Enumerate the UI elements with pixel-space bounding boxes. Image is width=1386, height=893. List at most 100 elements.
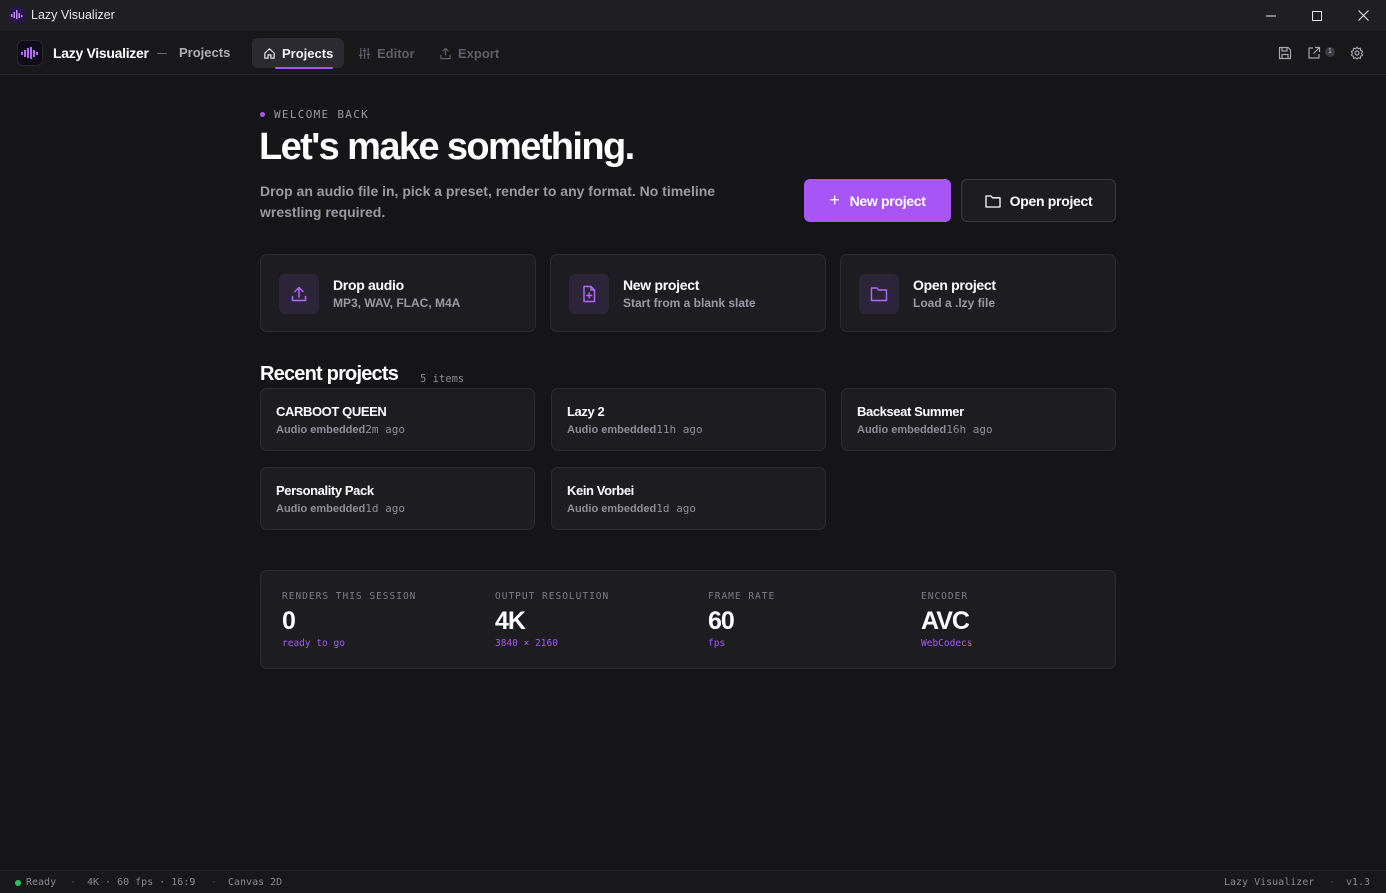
export-count-badge: 1 (1325, 47, 1335, 57)
tab-export[interactable]: Export (428, 38, 510, 68)
stat-label: RENDERS THIS SESSION (282, 591, 417, 602)
new-project-label: New project (849, 192, 926, 209)
recent-project-card[interactable]: Personality Pack Audio embedded1d ago (260, 467, 535, 530)
project-age: 1d ago (656, 502, 696, 515)
project-source: Audio embedded (276, 424, 366, 436)
card-subtitle: MP3, WAV, FLAC, M4A (333, 296, 461, 310)
folder-icon (984, 194, 1001, 208)
app-logo (17, 40, 43, 66)
status-version: v1.3 (1346, 877, 1371, 888)
title-bar: Lazy Visualizer (0, 0, 1386, 31)
stat-note: ready to go (282, 638, 345, 649)
recent-project-card[interactable]: CARBOOT QUEEN Audio embedded2m ago (260, 388, 535, 451)
window-title: Lazy Visualizer (31, 8, 115, 22)
status-separator: · (211, 877, 218, 888)
stat-label: OUTPUT RESOLUTION (495, 591, 610, 602)
app-header: Lazy Visualizer Projects Projects Editor… (0, 31, 1386, 75)
stat-renders: RENDERS THIS SESSION 0 ready to go (282, 591, 416, 649)
stat-note: fps (708, 638, 726, 649)
breadcrumb: Projects (179, 45, 231, 60)
project-name: Personality Pack (276, 483, 374, 498)
upload-icon (279, 274, 319, 314)
project-name: Backseat Summer (857, 404, 964, 419)
stat-label: ENCODER (921, 591, 969, 602)
close-icon (1357, 10, 1369, 21)
status-app-name: Lazy Visualizer (1224, 877, 1315, 888)
project-name: Lazy 2 (567, 404, 605, 419)
tab-label: Editor (377, 45, 415, 61)
eyebrow: WELCOME BACK (260, 108, 369, 121)
tab-projects[interactable]: Projects (252, 38, 345, 69)
upload-icon (440, 47, 451, 59)
open-project-card[interactable]: Open project Load a .lzy file (840, 254, 1116, 332)
status-separator: · (1329, 877, 1336, 888)
project-source: Audio embedded (276, 503, 366, 515)
project-source: Audio embedded (567, 503, 657, 515)
file-plus-icon (569, 274, 609, 314)
gear-icon[interactable] (1350, 46, 1364, 60)
card-subtitle: Start from a blank slate (623, 296, 756, 310)
stat-value: 0 (282, 607, 296, 635)
project-source: Audio embedded (567, 424, 657, 436)
save-icon[interactable] (1278, 46, 1292, 60)
status-renderer: Canvas 2D (228, 877, 283, 888)
app-icon (9, 7, 25, 23)
waveform-icon (21, 47, 38, 59)
open-project-button[interactable]: Open project (961, 179, 1116, 222)
page-subtitle: Drop an audio file in, pick a preset, re… (260, 183, 716, 220)
drop-audio-card[interactable]: Drop audio MP3, WAV, FLAC, M4A (260, 254, 536, 332)
stat-note: WebCodecs (921, 638, 973, 649)
folder-icon (859, 274, 899, 314)
stat-frame-rate: FRAME RATE 60 fps (708, 591, 775, 649)
project-age: 16h ago (946, 423, 993, 436)
status-format: 4K · 60 fps · 16:9 (87, 877, 196, 888)
active-tab-indicator (275, 67, 334, 69)
tab-label: Projects (282, 45, 334, 61)
card-title: Drop audio (333, 277, 404, 293)
stat-note: 3840 × 2160 (495, 638, 558, 649)
status-bar: Ready · 4K · 60 fps · 16:9 · Canvas 2D L… (0, 870, 1386, 893)
maximize-button[interactable] (1294, 0, 1340, 31)
session-stats-panel: RENDERS THIS SESSION 0 ready to go OUTPU… (260, 570, 1116, 669)
plus-icon: + (829, 190, 840, 210)
status-text: Ready (26, 877, 57, 888)
project-age: 11h ago (656, 423, 703, 436)
project-name: CARBOOT QUEEN (276, 404, 387, 419)
page-title: Let's make something. (259, 126, 635, 168)
brand-name: Lazy Visualizer (53, 45, 149, 61)
project-name: Kein Vorbei (567, 483, 634, 498)
close-window-button[interactable] (1340, 0, 1386, 31)
recent-project-card[interactable]: Kein Vorbei Audio embedded1d ago (551, 467, 826, 530)
project-age: 2m ago (365, 423, 405, 436)
stat-value: AVC (921, 607, 970, 635)
external-link-icon[interactable] (1307, 46, 1321, 60)
eyebrow-text: WELCOME BACK (274, 108, 370, 121)
open-project-label: Open project (1009, 192, 1093, 209)
recent-projects-heading: Recent projects (260, 363, 399, 385)
eyebrow-dot (260, 112, 265, 117)
card-title: New project (623, 277, 700, 293)
recent-project-card[interactable]: Backseat Summer Audio embedded16h ago (841, 388, 1116, 451)
stat-label: FRAME RATE (708, 591, 776, 602)
stat-value: 4K (495, 607, 526, 635)
status-separator: · (70, 877, 77, 888)
tab-editor[interactable]: Editor (347, 38, 426, 68)
minimize-button[interactable] (1248, 0, 1294, 31)
project-age: 1d ago (365, 502, 405, 515)
recent-project-card[interactable]: Lazy 2 Audio embedded11h ago (551, 388, 826, 451)
card-title: Open project (913, 277, 996, 293)
sliders-icon (358, 47, 371, 59)
breadcrumb-separator (157, 53, 167, 54)
stat-resolution: OUTPUT RESOLUTION 4K 3840 × 2160 (495, 591, 609, 649)
new-project-card[interactable]: New project Start from a blank slate (550, 254, 826, 332)
new-project-button[interactable]: + New project (804, 179, 951, 222)
minimize-icon (1266, 15, 1276, 16)
home-icon (264, 47, 275, 59)
maximize-icon (1312, 10, 1322, 21)
status-indicator-dot (15, 880, 21, 886)
project-source: Audio embedded (857, 424, 947, 436)
card-subtitle: Load a .lzy file (913, 296, 996, 310)
stat-value: 60 (708, 607, 735, 635)
recent-projects-count: 5 items (420, 373, 465, 385)
stat-encoder: ENCODER AVC WebCodecs (921, 591, 972, 649)
